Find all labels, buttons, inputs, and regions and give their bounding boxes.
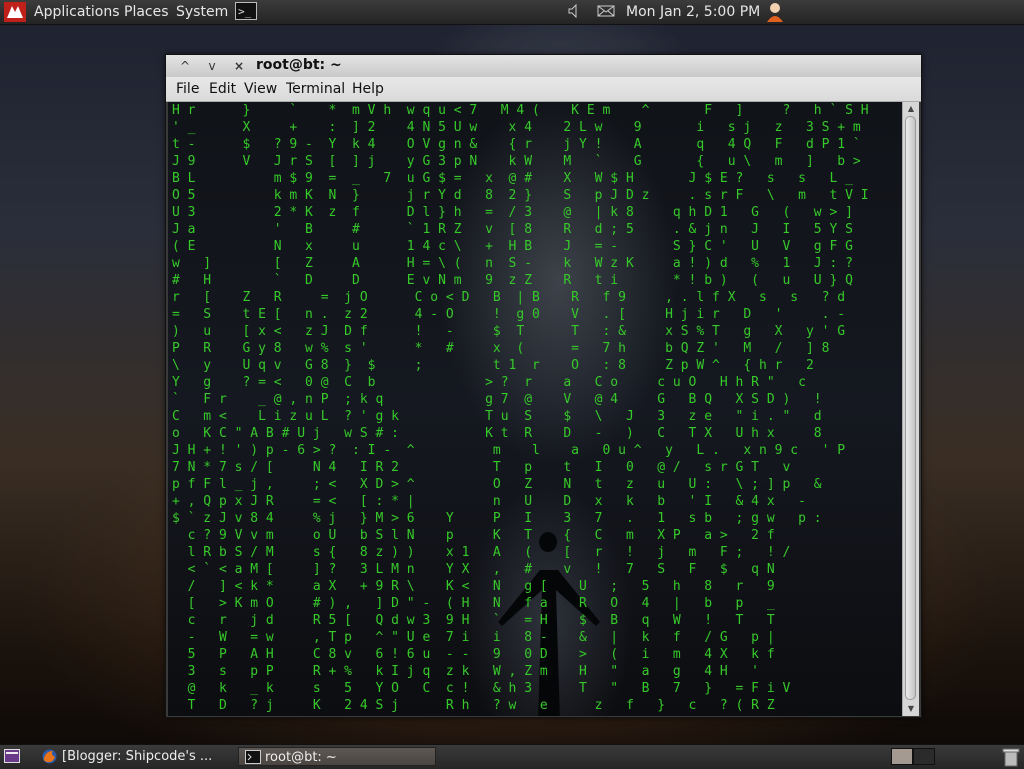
window-title: root@bt: ~ (256, 57, 342, 73)
task-label: [Blogger: Shipcode's ... (62, 749, 213, 764)
backtrack-logo-icon[interactable] (4, 2, 26, 22)
menu-edit[interactable]: Edit (209, 80, 236, 98)
menu-help[interactable]: Help (352, 80, 384, 98)
terminal-icon (245, 750, 261, 764)
menu-applications[interactable]: Applications (34, 3, 120, 21)
show-desktop-icon[interactable] (4, 749, 20, 763)
firefox-icon (42, 749, 57, 764)
mail-icon[interactable] (597, 4, 615, 18)
menu-terminal[interactable]: Terminal (286, 80, 345, 98)
terminal-launcher-icon[interactable]: >_ (235, 2, 257, 20)
top-panel: Applications Places System >_ Mon Jan 2,… (0, 0, 1024, 25)
minimize-button[interactable]: ^ (176, 58, 194, 74)
scroll-thumb[interactable] (905, 116, 916, 700)
window-title-bar[interactable]: ^ v × root@bt: ~ (166, 55, 921, 78)
matrix-text: H r } ` * m V h w q u < 7 M 4 ( K E m ^ … (172, 103, 869, 713)
terminal-window: ^ v × root@bt: ~ File Edit View Terminal… (165, 54, 922, 718)
taskbar-item-firefox[interactable]: [Blogger: Shipcode's ... (36, 747, 232, 766)
menu-file[interactable]: File (176, 80, 199, 98)
maximize-button[interactable]: v (203, 58, 221, 74)
menu-places[interactable]: Places (124, 3, 169, 21)
terminal-menu-bar: File Edit View Terminal Help (166, 77, 921, 102)
workspace-1[interactable] (891, 748, 913, 765)
menu-system[interactable]: System (176, 3, 228, 21)
clock[interactable]: Mon Jan 2, 5:00 PM (626, 3, 760, 21)
task-label: root@bt: ~ (265, 750, 337, 765)
terminal-output[interactable]: H r } ` * m V h w q u < 7 M 4 ( K E m ^ … (168, 102, 902, 716)
workspace-2[interactable] (913, 748, 935, 765)
user-status-icon[interactable] (765, 1, 787, 23)
scroll-down-arrow-icon[interactable]: ▼ (906, 704, 916, 714)
taskbar-item-terminal[interactable]: root@bt: ~ (238, 747, 436, 766)
bottom-panel: [Blogger: Shipcode's ... root@bt: ~ (0, 744, 1024, 769)
scroll-up-arrow-icon[interactable]: ▲ (906, 104, 916, 114)
menu-view[interactable]: View (244, 80, 277, 98)
close-button[interactable]: × (230, 58, 248, 74)
scrollbar[interactable]: ▲ ▼ (902, 102, 919, 716)
volume-icon[interactable] (568, 4, 580, 18)
trash-icon[interactable] (1002, 747, 1020, 767)
